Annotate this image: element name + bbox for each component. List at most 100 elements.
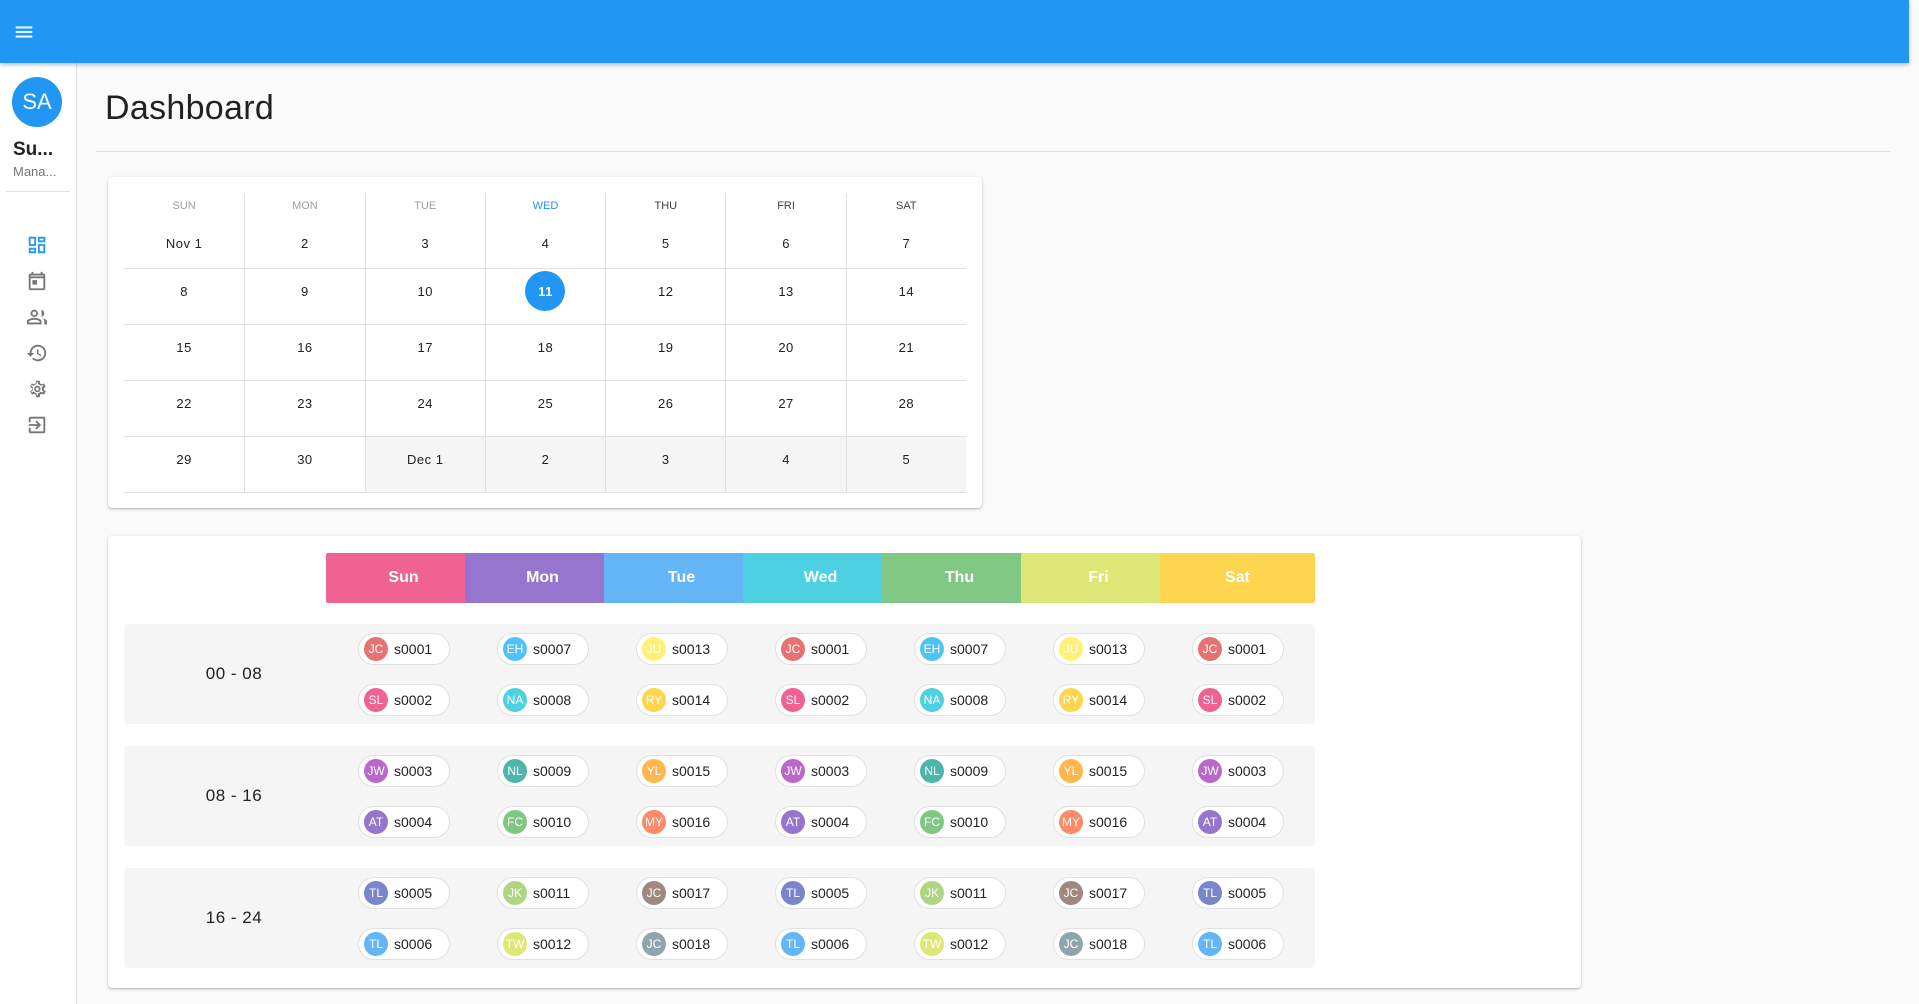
staff-chip[interactable]: JC s0001 [358, 633, 450, 665]
staff-chip[interactable]: JK s0011 [497, 877, 589, 909]
staff-chip[interactable]: JC s0018 [1053, 928, 1145, 960]
calendar-day-cell[interactable]: 13 [725, 269, 846, 325]
staff-chip[interactable]: JC s0017 [636, 877, 728, 909]
staff-chip[interactable]: TL s0006 [358, 928, 450, 960]
staff-chip[interactable]: JC s0001 [775, 633, 867, 665]
calendar-day-cell[interactable]: Nov 1 [124, 216, 245, 269]
staff-chip[interactable]: YL s0015 [1053, 755, 1145, 787]
calendar-day-cell[interactable]: 27 [725, 381, 846, 437]
shift-cell[interactable]: YL s0015 MY s0016 [1021, 746, 1176, 846]
staff-chip[interactable]: EH s0007 [914, 633, 1006, 665]
day-header-sat[interactable]: Sat [1160, 553, 1315, 603]
staff-chip[interactable]: JW s0003 [358, 755, 450, 787]
day-header-fri[interactable]: Fri [1021, 553, 1176, 603]
calendar-day-cell[interactable]: 14 [845, 269, 966, 325]
nav-logout[interactable] [22, 410, 52, 440]
shift-cell[interactable]: JU s0013 RY s0014 [604, 624, 759, 724]
shift-cell[interactable]: EH s0007 NA s0008 [465, 624, 620, 724]
calendar-day-cell[interactable]: 5 [845, 437, 966, 493]
calendar-day-cell[interactable]: 16 [244, 325, 365, 381]
calendar-day-cell[interactable]: 21 [845, 325, 966, 381]
shift-cell[interactable]: TL s0005 TL s0006 [326, 868, 481, 968]
staff-chip[interactable]: NL s0009 [497, 755, 589, 787]
menu-icon[interactable] [9, 17, 39, 47]
staff-chip[interactable]: FC s0010 [914, 806, 1006, 838]
calendar-day-cell[interactable]: 4 [725, 437, 846, 493]
shift-cell[interactable]: JC s0001 SL s0002 [743, 624, 898, 724]
staff-chip[interactable]: RY s0014 [636, 684, 728, 716]
calendar-day-cell[interactable]: 10 [364, 269, 485, 325]
nav-history[interactable] [22, 338, 52, 368]
calendar-day-cell[interactable]: Dec 1 [364, 437, 485, 493]
calendar-day-cell[interactable]: 3 [605, 437, 726, 493]
calendar-day-cell[interactable]: 22 [124, 381, 245, 437]
staff-chip[interactable]: JC s0017 [1053, 877, 1145, 909]
calendar-day-cell[interactable]: 18 [484, 325, 606, 381]
calendar-day-cell[interactable]: 17 [364, 325, 485, 381]
calendar-day-cell[interactable]: 23 [244, 381, 365, 437]
staff-chip[interactable]: FC s0010 [497, 806, 589, 838]
calendar-day-cell[interactable]: 28 [845, 381, 966, 437]
shift-cell[interactable]: NL s0009 FC s0010 [465, 746, 620, 846]
nav-settings[interactable] [22, 374, 52, 404]
shift-cell[interactable]: YL s0015 MY s0016 [604, 746, 759, 846]
staff-chip[interactable]: MY s0016 [1053, 806, 1145, 838]
calendar-day-cell[interactable]: 3 [364, 216, 485, 269]
staff-chip[interactable]: TL s0005 [775, 877, 867, 909]
staff-chip[interactable]: SL s0002 [358, 684, 450, 716]
shift-cell[interactable]: JK s0011 TW s0012 [465, 868, 620, 968]
calendar-day-cell[interactable]: 2 [244, 216, 365, 269]
day-header-tue[interactable]: Tue [604, 553, 759, 603]
calendar-day-cell[interactable]: 15 [124, 325, 245, 381]
staff-chip[interactable]: SL s0002 [1192, 684, 1284, 716]
nav-calendar[interactable] [22, 266, 52, 296]
calendar-day-cell[interactable]: 26 [605, 381, 726, 437]
shift-cell[interactable]: TL s0005 TL s0006 [743, 868, 898, 968]
calendar-day-cell[interactable]: 30 [244, 437, 365, 493]
shift-cell[interactable]: JC s0001 SL s0002 [326, 624, 481, 724]
shift-cell[interactable]: TL s0005 TL s0006 [1160, 868, 1315, 968]
calendar-day-cell[interactable]: 29 [124, 437, 245, 493]
shift-cell[interactable]: JW s0003 AT s0004 [1160, 746, 1315, 846]
shift-cell[interactable]: JC s0001 SL s0002 [1160, 624, 1315, 724]
shift-cell[interactable]: JW s0003 AT s0004 [743, 746, 898, 846]
day-header-mon[interactable]: Mon [465, 553, 620, 603]
staff-chip[interactable]: SL s0002 [775, 684, 867, 716]
avatar[interactable]: SA [12, 77, 62, 127]
staff-chip[interactable]: TL s0005 [358, 877, 450, 909]
shift-cell[interactable]: NL s0009 FC s0010 [882, 746, 1037, 846]
shift-cell[interactable]: JW s0003 AT s0004 [326, 746, 481, 846]
calendar-day-cell[interactable]: 2 [484, 437, 606, 493]
staff-chip[interactable]: TW s0012 [497, 928, 589, 960]
staff-chip[interactable]: NL s0009 [914, 755, 1006, 787]
staff-chip[interactable]: AT s0004 [358, 806, 450, 838]
shift-cell[interactable]: JK s0011 TW s0012 [882, 868, 1037, 968]
calendar-day-cell[interactable]: 24 [364, 381, 485, 437]
calendar-day-cell[interactable]: 9 [244, 269, 365, 325]
staff-chip[interactable]: JU s0013 [1053, 633, 1145, 665]
staff-chip[interactable]: YL s0015 [636, 755, 728, 787]
staff-chip[interactable]: TL s0006 [1192, 928, 1284, 960]
shift-cell[interactable]: EH s0007 NA s0008 [882, 624, 1037, 724]
shift-cell[interactable]: JU s0013 RY s0014 [1021, 624, 1176, 724]
staff-chip[interactable]: AT s0004 [775, 806, 867, 838]
staff-chip[interactable]: NA s0008 [497, 684, 589, 716]
calendar-day-cell[interactable]: 12 [605, 269, 726, 325]
calendar-day-cell[interactable]: 11 [484, 269, 606, 325]
staff-chip[interactable]: MY s0016 [636, 806, 728, 838]
staff-chip[interactable]: TW s0012 [914, 928, 1006, 960]
day-header-sun[interactable]: Sun [326, 553, 481, 603]
staff-chip[interactable]: TL s0006 [775, 928, 867, 960]
nav-people[interactable] [22, 302, 52, 332]
staff-chip[interactable]: JW s0003 [1192, 755, 1284, 787]
day-header-wed[interactable]: Wed [743, 553, 898, 603]
shift-cell[interactable]: JC s0017 JC s0018 [604, 868, 759, 968]
staff-chip[interactable]: JU s0013 [636, 633, 728, 665]
nav-dashboard[interactable] [22, 230, 52, 260]
calendar-day-cell[interactable]: 20 [725, 325, 846, 381]
shift-cell[interactable]: JC s0017 JC s0018 [1021, 868, 1176, 968]
calendar-day-cell[interactable]: 8 [124, 269, 245, 325]
staff-chip[interactable]: AT s0004 [1192, 806, 1284, 838]
staff-chip[interactable]: EH s0007 [497, 633, 589, 665]
staff-chip[interactable]: JK s0011 [914, 877, 1006, 909]
